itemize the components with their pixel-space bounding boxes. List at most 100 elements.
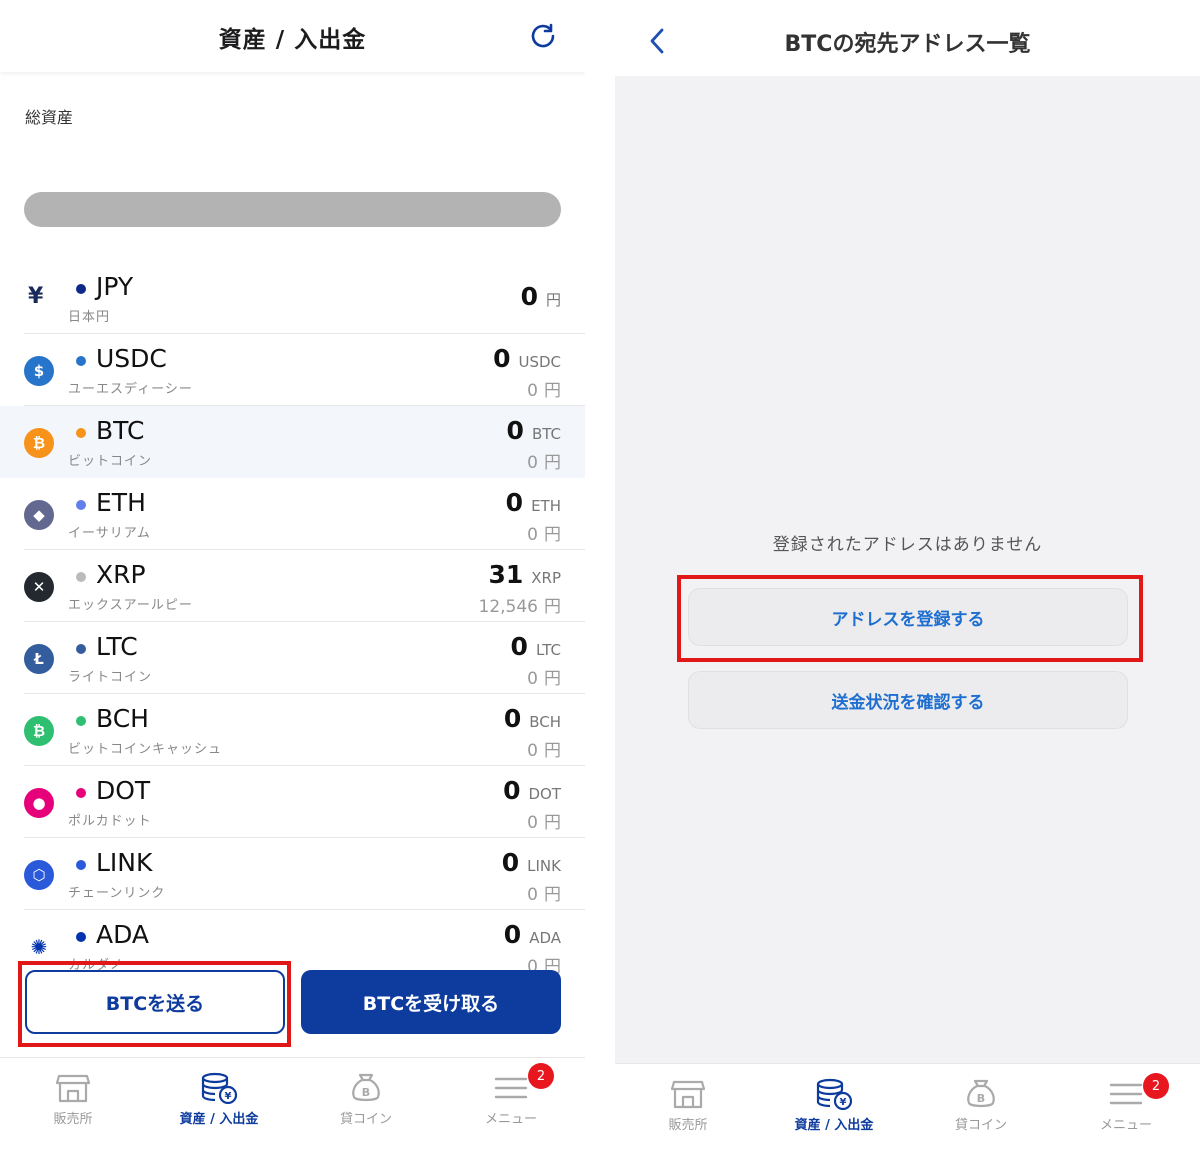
tab-menu[interactable]: メニュー 2 xyxy=(451,1063,571,1127)
bottom-tab-bar: 販売所 ¥ 資産 / 入出金 B 貸コイン メニュー 2 xyxy=(615,1063,1200,1155)
asset-symbol: ADA xyxy=(96,920,150,949)
asset-symbol: LTC xyxy=(96,632,138,661)
bottom-tab-bar: 販売所 ¥ 資産 / 入出金 B 貸コイン メニュー 2 xyxy=(0,1057,585,1155)
money-bag-icon: B xyxy=(352,1073,380,1102)
ltc-coin-icon: Ł xyxy=(24,644,54,674)
svg-text:¥: ¥ xyxy=(225,1091,232,1102)
asset-amount: 0 BCH xyxy=(503,704,561,733)
asset-amount: 31 XRP xyxy=(488,560,561,589)
asset-symbol: ETH xyxy=(96,488,146,517)
store-icon xyxy=(55,1074,91,1103)
menu-icon xyxy=(494,1077,528,1099)
total-assets-masked-value xyxy=(24,192,561,227)
page-title: 資産 / 入出金 xyxy=(218,27,367,53)
money-bag-icon: B xyxy=(967,1079,995,1108)
asset-jpy-value: 0円 xyxy=(527,381,561,401)
total-assets-label: 総資産 xyxy=(25,108,74,127)
asset-name: チェーンリンク xyxy=(68,886,166,901)
tab-lending[interactable]: B 貸コイン xyxy=(921,1078,1041,1133)
status-dot xyxy=(76,428,86,438)
svg-text:B: B xyxy=(977,1092,985,1105)
tab-store[interactable]: 販売所 xyxy=(13,1072,133,1127)
asset-row-btc[interactable]: ₿ BTC ビットコイン 0 BTC 0円 xyxy=(0,406,585,478)
tab-store[interactable]: 販売所 xyxy=(628,1078,748,1133)
asset-amount: 0円 xyxy=(520,282,561,311)
bch-coin-icon: ₿ xyxy=(24,716,54,746)
status-dot xyxy=(76,860,86,870)
asset-name: 日本円 xyxy=(68,310,111,325)
receive-btc-button[interactable]: BTCを受け取る xyxy=(301,970,561,1034)
status-dot xyxy=(76,284,86,294)
tab-menu[interactable]: メニュー 2 xyxy=(1066,1073,1186,1133)
asset-symbol: USDC xyxy=(96,344,167,373)
asset-symbol: BCH xyxy=(96,704,149,733)
tab-lending[interactable]: B 貸コイン xyxy=(306,1072,426,1127)
status-dot xyxy=(76,500,86,510)
xrp-coin-icon: ✕ xyxy=(24,572,54,602)
asset-jpy-value: 0円 xyxy=(527,453,561,473)
status-dot xyxy=(76,644,86,654)
page-title: BTCの宛先アドレス一覧 xyxy=(784,32,1031,57)
asset-amount: 0 ETH xyxy=(505,488,561,517)
asset-symbol: JPY xyxy=(96,272,134,301)
asset-symbol: LINK xyxy=(96,848,153,877)
yen-icon: ¥ xyxy=(28,284,44,309)
asset-row-bch[interactable]: ₿ BCH ビットコインキャッシュ 0 BCH 0円 xyxy=(0,694,585,766)
asset-name: ライトコイン xyxy=(68,670,153,685)
asset-amount: 0 DOT xyxy=(503,776,561,805)
svg-text:B: B xyxy=(362,1086,370,1099)
coins-icon: ¥ xyxy=(816,1078,853,1110)
asset-row-eth[interactable]: ◆ ETH イーサリアム 0 ETH 0円 xyxy=(0,478,585,550)
asset-name: ユーエスディーシー xyxy=(68,382,193,397)
status-dot xyxy=(76,572,86,582)
btc-coin-icon: ₿ xyxy=(24,428,54,458)
asset-row-xrp[interactable]: ✕ XRP エックスアールピー 31 XRP 12,546 円 xyxy=(0,550,585,622)
dot-coin-icon: ● xyxy=(24,788,54,818)
asset-list: ¥ JPY 日本円 0円 $ USDC ユーエスディーシー 0 USDC 0円 ₿… xyxy=(0,262,585,982)
notification-badge: 2 xyxy=(528,1063,554,1089)
asset-jpy-value: 0円 xyxy=(527,525,561,545)
store-icon xyxy=(670,1080,706,1109)
assets-screen: 資産 / 入出金 総資産 ¥ JPY 日本円 0円 $ USDC ユーエスディー… xyxy=(0,0,585,1155)
asset-row-dot[interactable]: ● DOT ポルカドット 0 DOT 0円 xyxy=(0,766,585,838)
assets-header: 資産 / 入出金 xyxy=(0,0,585,72)
status-dot xyxy=(76,788,86,798)
eth-coin-icon: ◆ xyxy=(24,500,54,530)
asset-name: ビットコインキャッシュ xyxy=(68,742,223,757)
notification-badge: 2 xyxy=(1143,1073,1169,1099)
check-transfer-status-button[interactable]: 送金状況を確認する xyxy=(688,671,1128,729)
coins-icon: ¥ xyxy=(201,1072,238,1104)
ada-coin-icon: ✺ xyxy=(24,932,54,962)
link-coin-icon: ⬡ xyxy=(24,860,54,890)
asset-symbol: DOT xyxy=(96,776,151,805)
red-highlight-box xyxy=(677,575,1143,662)
asset-amount: 0 LTC xyxy=(510,632,561,661)
asset-jpy-value: 12,546 円 xyxy=(478,597,561,617)
asset-row-ltc[interactable]: Ł LTC ライトコイン 0 LTC 0円 xyxy=(0,622,585,694)
asset-name: エックスアールピー xyxy=(68,598,193,613)
refresh-icon[interactable] xyxy=(527,20,559,52)
asset-name: ポルカドット xyxy=(68,814,152,829)
asset-name: イーサリアム xyxy=(68,526,151,541)
empty-state-message: 登録されたアドレスはありません xyxy=(772,535,1043,555)
asset-jpy-value: 0円 xyxy=(527,813,561,833)
asset-name: ビットコイン xyxy=(68,454,153,469)
asset-row-jpy[interactable]: ¥ JPY 日本円 0円 xyxy=(0,262,585,334)
asset-jpy-value: 0円 xyxy=(527,669,561,689)
tab-assets[interactable]: ¥ 資産 / 入出金 xyxy=(774,1078,894,1133)
status-dot xyxy=(76,932,86,942)
status-dot xyxy=(76,356,86,366)
address-list-header: BTCの宛先アドレス一覧 xyxy=(615,0,1200,76)
asset-row-usdc[interactable]: $ USDC ユーエスディーシー 0 USDC 0円 xyxy=(0,334,585,406)
red-highlight-box xyxy=(18,961,291,1047)
asset-jpy-value: 0円 xyxy=(527,885,561,905)
asset-amount: 0 LINK xyxy=(501,848,561,877)
svg-text:¥: ¥ xyxy=(840,1097,847,1108)
tab-assets[interactable]: ¥ 資産 / 入出金 xyxy=(159,1072,279,1127)
asset-amount: 0 BTC xyxy=(506,416,561,445)
asset-row-link[interactable]: ⬡ LINK チェーンリンク 0 LINK 0円 xyxy=(0,838,585,910)
asset-symbol: XRP xyxy=(96,560,146,589)
status-dot xyxy=(76,716,86,726)
asset-amount: 0 ADA xyxy=(503,920,561,949)
asset-amount: 0 USDC xyxy=(493,344,561,373)
